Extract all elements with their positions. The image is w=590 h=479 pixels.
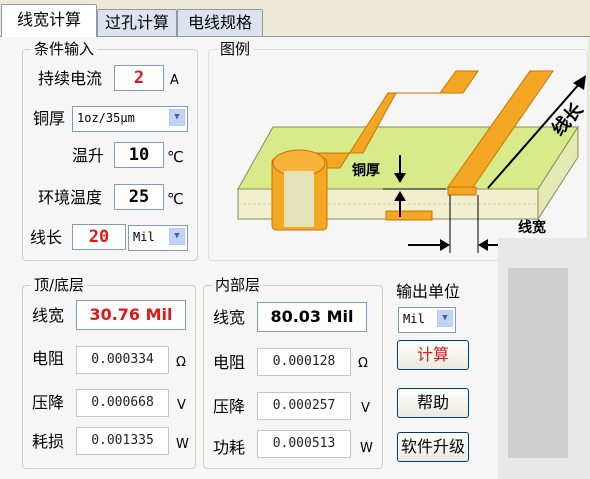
tab-bar: 线宽计算 过孔计算 电线规格 xyxy=(0,0,590,38)
ambient-label: 环境温度 xyxy=(38,188,103,207)
top-res-unit: Ω xyxy=(176,355,186,370)
inner-drop-value: 0.000257 xyxy=(257,392,351,420)
top-drop-label: 压降 xyxy=(32,393,65,412)
temp-label: 温升 xyxy=(72,146,105,165)
inner-power-unit: W xyxy=(360,441,373,456)
width-arrow-head-right xyxy=(478,239,488,251)
inner-drop-unit: V xyxy=(361,401,370,416)
inner-res-label: 电阻 xyxy=(213,353,246,372)
temp-unit: ℃ xyxy=(167,148,184,166)
inner-power-value: 0.000513 xyxy=(257,430,351,458)
inner-trace xyxy=(385,210,433,221)
top-loss-label: 耗损 xyxy=(32,432,65,451)
inner-width-label: 线宽 xyxy=(213,308,246,327)
input-group-title: 条件输入 xyxy=(31,39,98,59)
tab-trace-width[interactable]: 线宽计算 xyxy=(1,4,97,37)
blurred-area xyxy=(498,238,590,479)
chevron-down-icon[interactable]: ▼ xyxy=(437,310,453,327)
current-input[interactable]: 2 xyxy=(114,65,164,91)
copper-select[interactable]: 1oz/35μm ▼ xyxy=(72,106,188,132)
help-button[interactable]: 帮助 xyxy=(397,388,469,418)
top-loss-unit: W xyxy=(176,437,189,452)
top-loss-value: 0.001335 xyxy=(76,427,169,455)
copper-value: 1oz/35μm xyxy=(77,111,135,125)
blurred-content xyxy=(508,268,568,458)
top-layer-title: 顶/底层 xyxy=(31,275,88,295)
calculate-button[interactable]: 计算 xyxy=(397,340,469,370)
top-width-value: 30.76 Mil xyxy=(76,300,186,330)
current-label: 持续电流 xyxy=(38,69,103,88)
top-res-label: 电阻 xyxy=(32,349,65,368)
output-unit-label: 输出单位 xyxy=(396,282,461,301)
inner-drop-label: 压降 xyxy=(213,397,246,416)
output-unit-value: Mil xyxy=(403,312,425,326)
copper-label: 铜厚 xyxy=(33,109,66,128)
diagram-copper-label: 铜厚 xyxy=(352,163,380,179)
diagram-width-label: 线宽 xyxy=(518,220,546,236)
inner-layer-title: 内部层 xyxy=(212,275,264,295)
current-unit: A xyxy=(170,73,179,88)
trace-right-end xyxy=(447,186,477,196)
inner-width-value: 80.03 Mil xyxy=(257,302,367,332)
tab-via[interactable]: 过孔计算 xyxy=(97,9,177,36)
length-label: 线长 xyxy=(30,228,63,247)
length-unit-value: Mil xyxy=(133,230,155,244)
length-input[interactable]: 20 xyxy=(72,224,126,250)
chevron-down-icon[interactable]: ▼ xyxy=(169,228,185,245)
width-arrow-head-left xyxy=(440,239,450,251)
inner-res-unit: Ω xyxy=(358,356,368,371)
output-unit-select[interactable]: Mil ▼ xyxy=(398,307,456,333)
ambient-unit: ℃ xyxy=(167,190,184,208)
upgrade-button[interactable]: 软件升级 xyxy=(397,432,469,462)
via-hole xyxy=(284,171,314,227)
top-drop-unit: V xyxy=(177,398,186,413)
top-res-value: 0.000334 xyxy=(76,346,169,374)
tab-wire-spec[interactable]: 电线规格 xyxy=(177,9,263,36)
ambient-input[interactable]: 25 xyxy=(114,184,164,210)
length-unit-select[interactable]: Mil ▼ xyxy=(128,225,188,251)
inner-res-value: 0.000128 xyxy=(257,348,351,376)
inner-power-label: 功耗 xyxy=(213,438,246,457)
temp-input[interactable]: 10 xyxy=(114,142,164,168)
chevron-down-icon[interactable]: ▼ xyxy=(169,109,185,126)
top-width-label: 线宽 xyxy=(32,306,65,325)
top-drop-value: 0.000668 xyxy=(76,389,169,417)
